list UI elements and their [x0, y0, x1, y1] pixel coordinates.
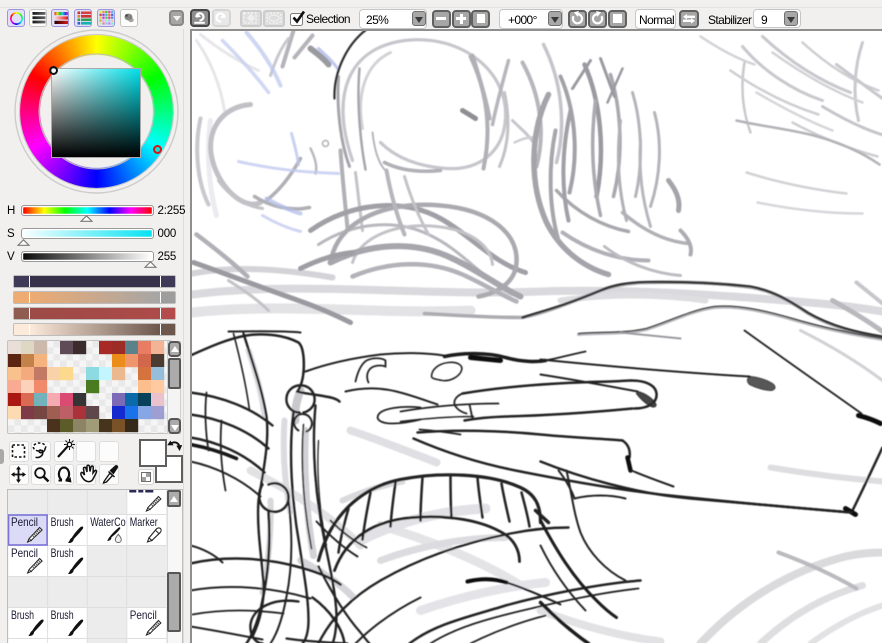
svg-text:Brush: Brush	[11, 608, 34, 622]
svg-text:Pencil: Pencil	[130, 608, 157, 622]
svg-text:Brush: Brush	[51, 515, 74, 529]
svg-text:Pencil: Pencil	[11, 515, 38, 529]
svg-text:WaterCo: WaterCo	[90, 515, 126, 529]
svg-text:Brush: Brush	[51, 608, 74, 622]
svg-text:Brush: Brush	[51, 546, 74, 560]
svg-text:Marker: Marker	[130, 515, 158, 529]
svg-text:Pencil: Pencil	[11, 546, 38, 560]
